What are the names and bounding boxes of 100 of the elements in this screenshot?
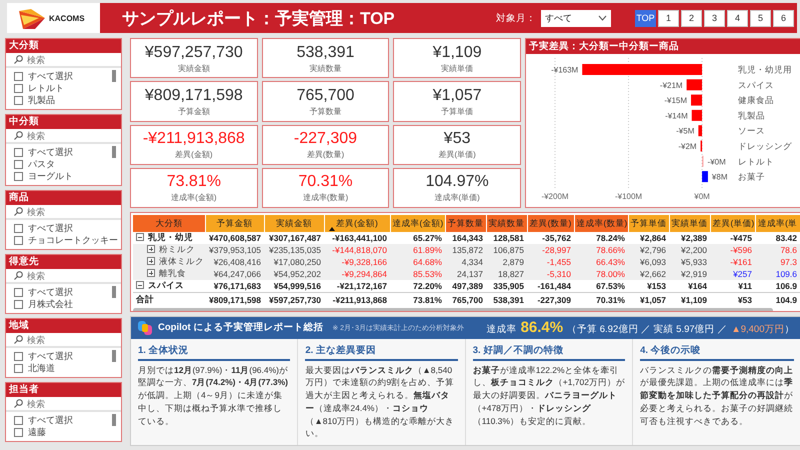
panel-title: Copilot による予実管理レポート総括 [158, 321, 324, 334]
table-cell: 83.42 [755, 232, 800, 244]
column-header[interactable]: 予算数量 [445, 215, 486, 232]
search-field[interactable]: 検索 [27, 270, 107, 282]
row-label: 液体ミルク [159, 256, 204, 266]
page-tab[interactable]: 4 [727, 10, 748, 26]
expand-icon[interactable] [147, 269, 155, 277]
row-label: 離乳食 [159, 268, 186, 278]
kpi-value: 73.81% [166, 172, 221, 192]
column-header[interactable]: 予算単価 [628, 215, 669, 232]
kpi-label: 差異(単価) [438, 149, 476, 160]
checkbox[interactable] [14, 300, 23, 308]
table-cell: 106.9 [755, 280, 800, 292]
scrollbar[interactable] [112, 350, 116, 362]
kpi-label: 予算単価 [441, 106, 474, 117]
column-header[interactable]: 実績金額 [264, 215, 324, 232]
filter-option[interactable]: パスタ [6, 158, 73, 170]
table-cell: ¥470,608,587 [205, 232, 264, 244]
rate-label: 達成率 [486, 323, 517, 336]
collapse-icon[interactable] [136, 281, 144, 289]
column-header[interactable]: 大分類 [133, 215, 205, 232]
checkbox[interactable] [14, 84, 23, 92]
table-cell: 538,391 [486, 292, 527, 307]
month-dropdown[interactable]: すべて [541, 10, 611, 26]
table-cell: 106,875 [486, 244, 527, 256]
search-field[interactable]: 検索 [27, 130, 107, 142]
column-header[interactable]: 差異(金額) [324, 215, 390, 232]
checkbox[interactable] [14, 364, 23, 372]
filter-option[interactable]: 北海道 [6, 362, 73, 374]
table-cell: -¥596 [710, 244, 755, 256]
column-header[interactable]: 達成率(単 [755, 215, 800, 232]
column-header[interactable]: 予算金額 [205, 215, 264, 232]
search-icon [14, 131, 23, 140]
search-field[interactable]: 検索 [27, 334, 107, 346]
kpi-value: ¥597,257,730 [144, 42, 243, 63]
filter-option[interactable]: すべて選択 [6, 70, 73, 82]
checkbox[interactable] [14, 160, 23, 168]
tick-label: -¥200M [541, 192, 569, 201]
scrollbar[interactable] [112, 146, 116, 158]
page-tab[interactable]: 6 [773, 10, 794, 26]
checkbox[interactable] [14, 288, 23, 296]
kpi-value: ¥1,057 [432, 86, 482, 106]
expand-icon[interactable] [147, 257, 155, 265]
table-cell: ¥153 [628, 280, 669, 292]
page-tab[interactable]: 3 [704, 10, 725, 26]
kpi-value: 765,700 [296, 86, 354, 106]
filter-option[interactable]: 乳製品 [6, 94, 73, 106]
category-label: 乳製品 [738, 110, 765, 120]
column-header[interactable]: 実績単価 [669, 215, 710, 232]
filter-option[interactable]: ヨーグルト [6, 170, 73, 182]
page-tab[interactable]: TOP [635, 10, 656, 26]
search-field[interactable]: 検索 [27, 206, 107, 218]
checkbox[interactable] [14, 352, 23, 360]
checkbox[interactable] [14, 236, 23, 244]
category-label: ソース [738, 126, 765, 136]
checkbox[interactable] [14, 72, 23, 80]
table-cell: 164,343 [445, 232, 486, 244]
search-field[interactable]: 検索 [27, 54, 107, 66]
filter-option[interactable]: すべて選択 [6, 222, 118, 234]
page-tab[interactable]: 1 [658, 10, 679, 26]
checkbox[interactable] [14, 416, 23, 424]
column-header[interactable]: 差異(単価) [710, 215, 755, 232]
expand-icon[interactable] [147, 245, 155, 253]
page-tab[interactable]: 5 [750, 10, 771, 26]
column-header[interactable]: 差異(数量) [527, 215, 574, 232]
checkbox[interactable] [14, 96, 23, 104]
checkbox[interactable] [14, 428, 23, 436]
filter-option[interactable]: すべて選択 [6, 350, 73, 362]
scrollbar[interactable] [112, 414, 116, 426]
kpi-label: 差異(数量) [306, 149, 344, 160]
scrollbar[interactable] [112, 70, 116, 82]
filter-option[interactable]: すべて選択 [6, 146, 73, 158]
search-field[interactable]: 検索 [27, 398, 107, 410]
table-cell: 104.9 [755, 292, 800, 307]
chevron-down-icon [598, 15, 607, 21]
page-tab[interactable]: 2 [681, 10, 702, 26]
column-header[interactable]: 達成率(数量) [574, 215, 628, 232]
filter-option[interactable]: レトルト [6, 82, 73, 94]
table-cell: ¥307,167,487 [264, 232, 324, 244]
table-cell: 85.53% [390, 268, 445, 280]
filter-option[interactable]: すべて選択 [6, 286, 73, 298]
table-cell: 4,334 [445, 256, 486, 268]
collapse-icon[interactable] [136, 233, 144, 241]
filter-title: 担当者 [6, 383, 121, 397]
checkbox[interactable] [14, 172, 23, 180]
filter-option[interactable]: チョコレートクッキー [6, 234, 118, 246]
category-label: お菓子 [738, 172, 765, 182]
filter-option[interactable]: 月株式会社 [6, 298, 73, 310]
checkbox[interactable] [14, 148, 23, 156]
filter-option[interactable]: 遠藤 [6, 426, 73, 438]
table-cell: ¥597,257,730 [264, 292, 324, 307]
kpi-label: 予算金額 [178, 106, 210, 117]
table-cell: ¥64,247,066 [205, 268, 264, 280]
column-header[interactable]: 達成率(金額) [390, 215, 445, 232]
column-header[interactable]: 実績数量 [486, 215, 527, 232]
filter-option[interactable]: すべて選択 [6, 414, 73, 426]
scrollbar[interactable] [112, 286, 116, 298]
kpi-value: 70.31% [298, 172, 353, 192]
checkbox[interactable] [14, 224, 23, 232]
table-cell: 78.00% [574, 268, 628, 280]
